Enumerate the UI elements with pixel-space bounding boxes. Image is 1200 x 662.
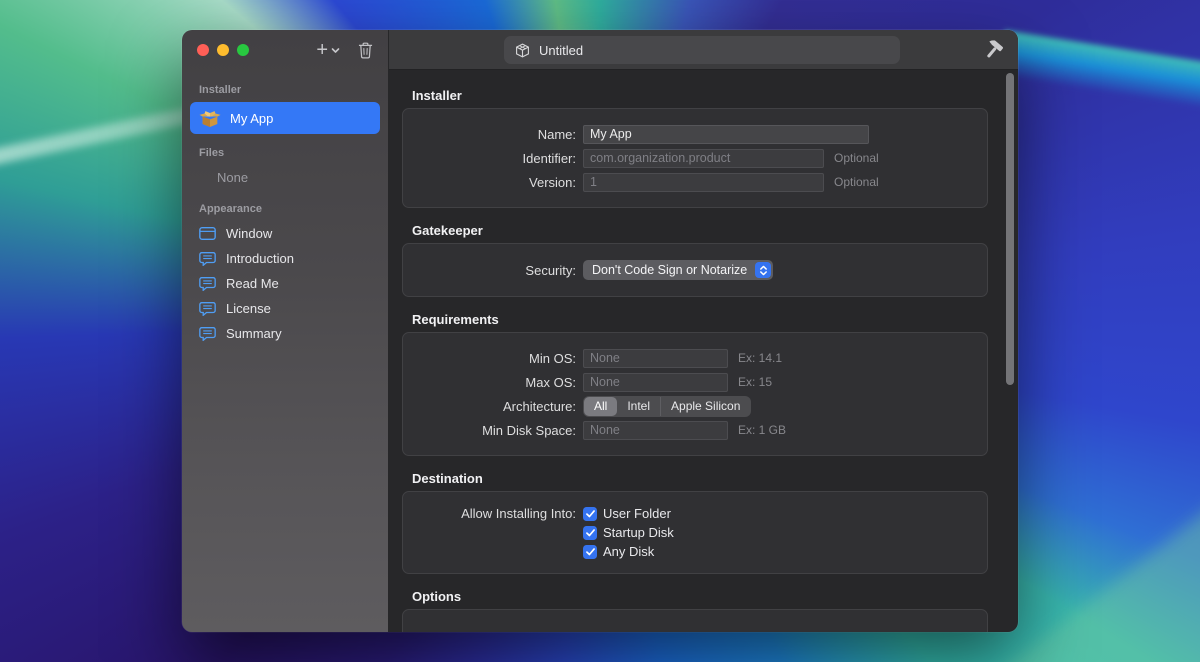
identifier-label: Identifier: [403, 151, 576, 166]
sidebar-item-summary[interactable]: Summary [190, 321, 380, 346]
name-label: Name: [403, 127, 576, 142]
requirements-box: Min OS: Ex: 14.1 Max OS: Ex: 15 Architec… [402, 332, 988, 456]
build-button[interactable] [983, 40, 1004, 61]
sidebar-section-appearance: Appearance [199, 203, 380, 215]
max-os-hint: Ex: 15 [738, 375, 772, 389]
wallpaper-cyan-streak [998, 30, 1200, 119]
name-input[interactable] [583, 125, 869, 144]
section-header-options: Options [412, 589, 988, 604]
architecture-segmented-control: All Intel Apple Silicon [583, 396, 751, 417]
zoom-button[interactable] [237, 44, 249, 56]
trash-icon [358, 42, 373, 59]
package-box-icon [199, 109, 221, 128]
sidebar-item-files-none[interactable]: None [190, 165, 380, 190]
sidebar-header: + [182, 30, 388, 70]
security-popup-value: Don't Code Sign or Notarize [592, 263, 747, 277]
gatekeeper-box: Security: Don't Code Sign or Notarize [402, 243, 988, 297]
sidebar-item-label: Window [226, 226, 272, 241]
min-disk-hint: Ex: 1 GB [738, 423, 786, 437]
window-icon [199, 227, 216, 240]
identifier-input[interactable] [583, 149, 824, 168]
checkbox-label[interactable]: Any Disk [603, 544, 654, 559]
trash-button[interactable] [358, 42, 373, 59]
installer-box: Name: Identifier: Optional Version: [402, 108, 988, 208]
min-disk-label: Min Disk Space: [403, 423, 576, 438]
package-cube-icon [515, 43, 530, 58]
settings-panel: Installer Name: Identifier: Optional [389, 70, 1018, 632]
security-popup[interactable]: Don't Code Sign or Notarize [583, 260, 773, 280]
destination-box: Allow Installing Into: User Folder [402, 491, 988, 574]
min-os-label: Min OS: [403, 351, 576, 366]
checkbox-label[interactable]: User Folder [603, 506, 671, 521]
check-icon [586, 510, 595, 518]
sidebar-item-label: Summary [226, 326, 282, 341]
sidebar: + Installer [182, 30, 389, 632]
min-disk-input[interactable] [583, 421, 728, 440]
speech-bubble-icon [199, 252, 216, 266]
speech-bubble-icon [199, 302, 216, 316]
check-icon [586, 548, 595, 556]
section-header-gatekeeper: Gatekeeper [412, 223, 988, 238]
section-header-destination: Destination [412, 471, 988, 486]
checkbox-startup-disk[interactable] [583, 526, 597, 540]
max-os-label: Max OS: [403, 375, 576, 390]
main-pane: Untitled Installer Name: [389, 30, 1018, 632]
identifier-hint: Optional [834, 151, 879, 165]
segment-all[interactable]: All [584, 397, 617, 416]
add-button[interactable]: + [316, 41, 340, 59]
add-icon: + [316, 41, 328, 59]
sidebar-item-label: License [226, 301, 271, 316]
version-label: Version: [403, 175, 576, 190]
max-os-input[interactable] [583, 373, 728, 392]
hammer-icon [983, 40, 1004, 61]
close-button[interactable] [197, 44, 209, 56]
security-label: Security: [403, 263, 576, 278]
sidebar-item-window[interactable]: Window [190, 221, 380, 246]
sidebar-section-files: Files [199, 147, 380, 159]
sidebar-list: Installer My App Files None [182, 70, 388, 346]
sidebar-item-my-app[interactable]: My App [190, 102, 380, 134]
checkbox-any-disk[interactable] [583, 545, 597, 559]
checkbox-user-folder[interactable] [583, 507, 597, 521]
toolbar: Untitled [389, 30, 1018, 70]
app-window: + Installer [182, 30, 1018, 632]
popup-chevrons-icon [755, 262, 771, 278]
chevron-down-icon [331, 47, 340, 54]
sidebar-section-installer: Installer [199, 84, 380, 96]
check-icon [586, 529, 595, 537]
scrollbar[interactable] [1006, 73, 1014, 385]
document-title: Untitled [539, 43, 583, 58]
sidebar-item-label: Read Me [226, 276, 279, 291]
allow-installing-label: Allow Installing Into: [403, 506, 576, 521]
checkbox-label[interactable]: Startup Disk [603, 525, 674, 540]
sidebar-item-read-me[interactable]: Read Me [190, 271, 380, 296]
wallpaper-teal-band [998, 464, 1200, 662]
sidebar-item-label: My App [230, 111, 273, 126]
min-os-hint: Ex: 14.1 [738, 351, 782, 365]
version-hint: Optional [834, 175, 879, 189]
architecture-label: Architecture: [403, 399, 576, 414]
window-controls [197, 44, 249, 56]
sidebar-item-introduction[interactable]: Introduction [190, 246, 380, 271]
section-header-installer: Installer [412, 88, 988, 103]
min-os-input[interactable] [583, 349, 728, 368]
sidebar-item-label: None [217, 170, 248, 185]
sidebar-item-license[interactable]: License [190, 296, 380, 321]
speech-bubble-icon [199, 277, 216, 291]
segment-apple-silicon[interactable]: Apple Silicon [660, 397, 750, 416]
document-title-field[interactable]: Untitled [504, 36, 900, 64]
options-box [402, 609, 988, 632]
version-input[interactable] [583, 173, 824, 192]
segment-intel[interactable]: Intel [617, 397, 660, 416]
section-header-requirements: Requirements [412, 312, 988, 327]
speech-bubble-icon [199, 327, 216, 341]
minimize-button[interactable] [217, 44, 229, 56]
sidebar-item-label: Introduction [226, 251, 294, 266]
